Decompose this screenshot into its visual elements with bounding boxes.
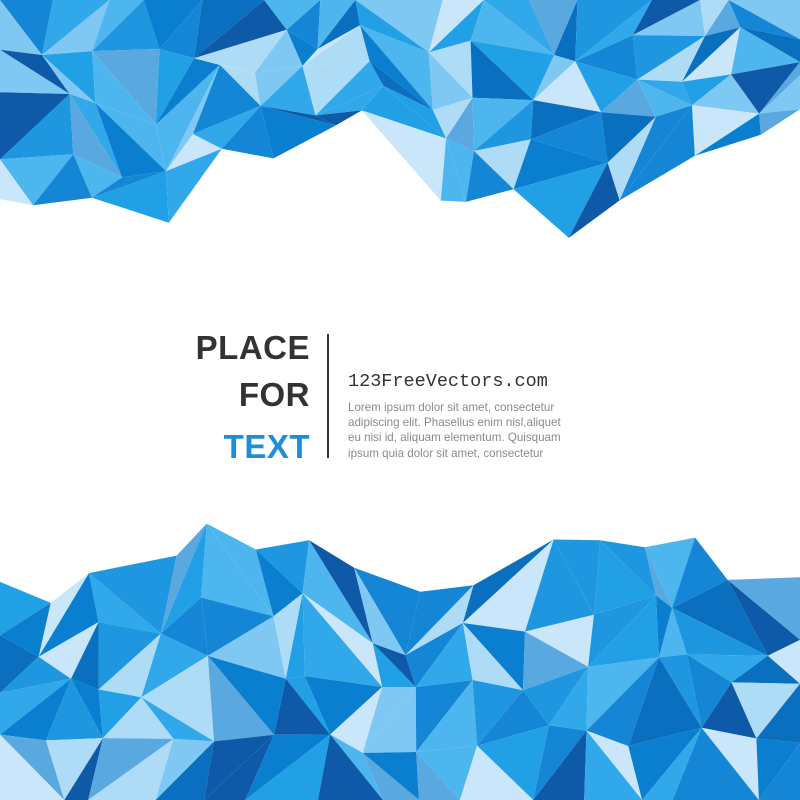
headline-line-3: TEXT (223, 428, 310, 465)
top-low-poly-band (0, 0, 800, 238)
bottom-low-poly-band (0, 523, 800, 800)
headline-line-1: PLACE (195, 329, 310, 366)
low-poly-facet (759, 109, 800, 135)
headline-line-2: FOR (238, 376, 310, 413)
poster-canvas: PLACE FOR TEXT 123FreeVectors.com Lorem … (0, 0, 800, 800)
site-name: 123FreeVectors.com (348, 371, 548, 392)
vertical-divider (327, 334, 329, 458)
body-text: Lorem ipsum dolor sit amet, consectetur … (348, 401, 561, 460)
